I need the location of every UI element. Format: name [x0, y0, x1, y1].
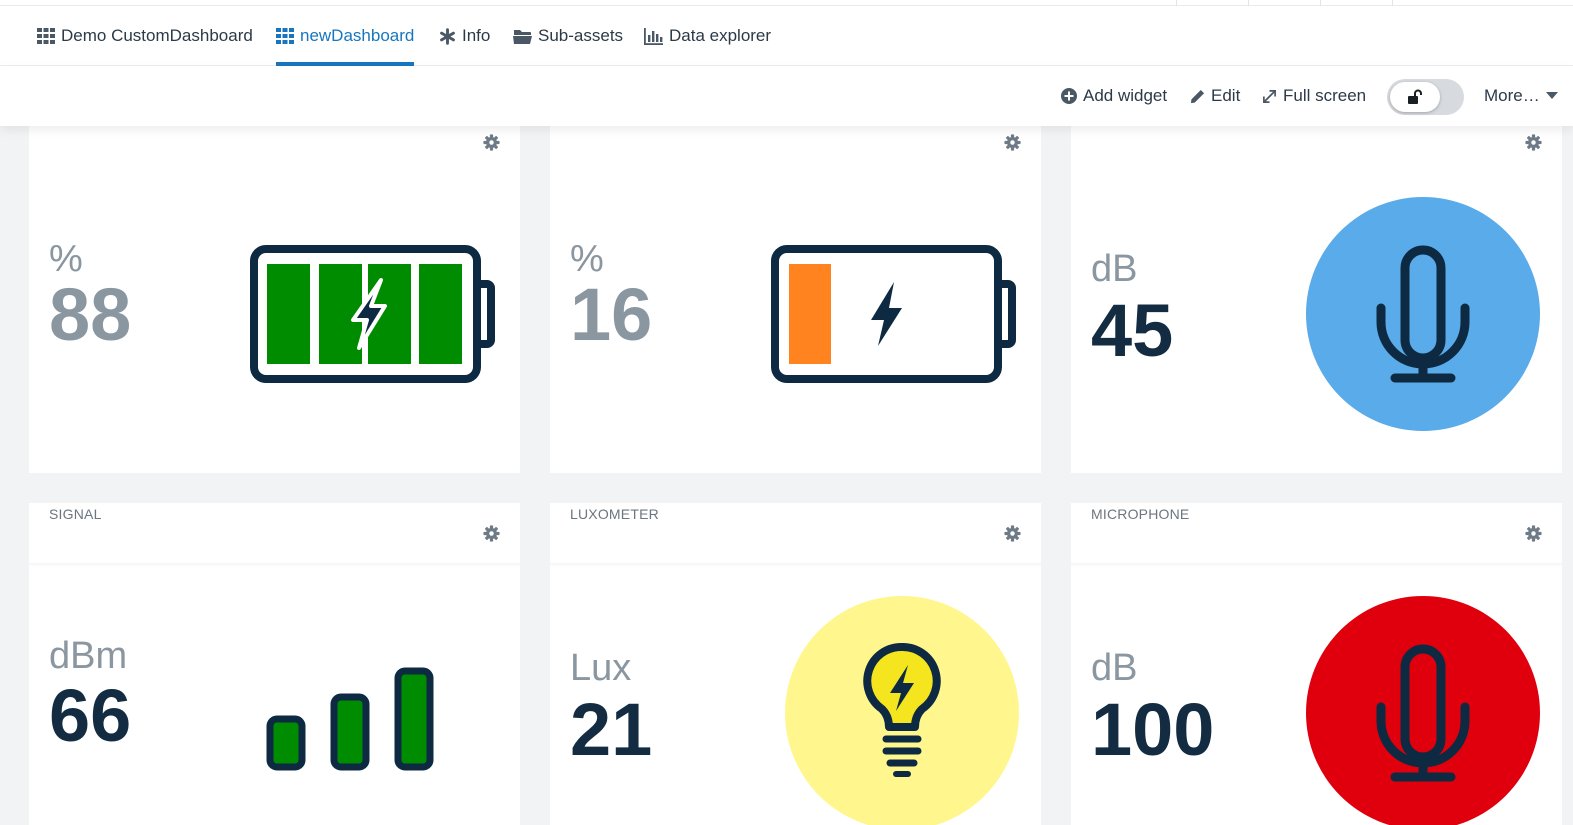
- more-label: More…: [1484, 86, 1540, 105]
- tab-label: Info: [462, 26, 491, 45]
- signal-bar: [394, 667, 434, 771]
- grid-icon: [276, 28, 294, 44]
- tab-label: Demo CustomDashboard: [61, 26, 253, 45]
- battery-icon: [250, 245, 495, 383]
- widget-microphone-100: MICROPHONE dB 100: [1071, 503, 1562, 825]
- widget-divider: [1071, 563, 1562, 567]
- gear-icon[interactable]: [1004, 525, 1021, 542]
- tab-sub-assets[interactable]: Sub-assets: [513, 6, 623, 66]
- battery-cell: [419, 264, 462, 364]
- widget-signal: SIGNAL dBm 66: [29, 503, 520, 825]
- microphone-icon: [1306, 197, 1540, 431]
- widget-battery-88: % 88: [29, 126, 520, 473]
- widget-luxometer: LUXOMETER Lux 21: [550, 503, 1041, 825]
- caret-down-icon: [1545, 92, 1558, 99]
- lock-toggle-knob: [1390, 82, 1440, 112]
- bar-chart-icon: [644, 27, 663, 45]
- widget-unit: dB: [1091, 248, 1138, 290]
- tab-info[interactable]: Info: [439, 6, 490, 66]
- battery-icon: [771, 245, 1016, 383]
- pencil-icon: [1190, 89, 1205, 103]
- widget-microphone-45: dB 45: [1071, 126, 1562, 473]
- gear-icon[interactable]: [1525, 525, 1542, 542]
- widget-value: 21: [570, 688, 653, 771]
- widget-value: 88: [49, 273, 132, 356]
- widget-divider: [29, 563, 520, 567]
- widget-battery-16: % 16: [550, 126, 1041, 473]
- add-widget-button[interactable]: Add widget: [1061, 66, 1167, 126]
- battery-cell: [267, 264, 310, 364]
- widget-divider: [550, 563, 1041, 567]
- edit-label: Edit: [1211, 86, 1241, 105]
- widget-unit: Lux: [570, 647, 632, 689]
- widget-title: MICROPHONE: [1091, 506, 1190, 522]
- gear-icon[interactable]: [1525, 134, 1542, 151]
- expand-icon: [1263, 89, 1276, 103]
- tab-label: Data explorer: [669, 26, 772, 45]
- signal-bar: [330, 693, 370, 771]
- grid-icon: [37, 28, 55, 44]
- unlock-icon: [1408, 89, 1422, 104]
- widget-value: 45: [1091, 289, 1174, 372]
- tab-demo-customdashboard[interactable]: Demo CustomDashboard: [37, 6, 253, 66]
- tab-label: Sub-assets: [538, 26, 624, 45]
- widget-title: SIGNAL: [49, 506, 102, 522]
- full-screen-label: Full screen: [1283, 86, 1367, 105]
- light-bulb-icon: [785, 596, 1019, 825]
- gear-icon[interactable]: [483, 525, 500, 542]
- action-bar: Add widget Edit Full screen More…: [0, 66, 1573, 126]
- microphone-icon: [1306, 596, 1540, 825]
- signal-bar: [266, 715, 306, 771]
- widget-unit: dB: [1091, 647, 1138, 689]
- tab-label: newDashboard: [300, 26, 415, 45]
- tab-newdashboard[interactable]: newDashboard: [276, 6, 415, 66]
- lock-toggle[interactable]: [1387, 79, 1464, 115]
- tab-data-explorer[interactable]: Data explorer: [644, 6, 771, 66]
- folder-icon: [513, 30, 532, 44]
- widget-title: LUXOMETER: [570, 506, 659, 522]
- battery-cell: [789, 264, 831, 364]
- widget-unit: dBm: [49, 635, 128, 677]
- asterisk-icon: [440, 27, 455, 45]
- plus-circle-icon: [1061, 88, 1077, 104]
- add-widget-label: Add widget: [1083, 86, 1168, 105]
- edit-button[interactable]: Edit: [1190, 66, 1240, 126]
- signal-bars-icon: [266, 667, 434, 771]
- widget-value: 16: [570, 273, 653, 356]
- widget-value: 100: [1091, 688, 1215, 771]
- tab-bar: Demo CustomDashboard newDashboard Info S…: [0, 6, 1573, 66]
- more-dropdown[interactable]: More…: [1484, 66, 1558, 126]
- widget-value: 66: [49, 674, 132, 757]
- gear-icon[interactable]: [1004, 134, 1021, 151]
- full-screen-button[interactable]: Full screen: [1262, 66, 1366, 126]
- gear-icon[interactable]: [483, 134, 500, 151]
